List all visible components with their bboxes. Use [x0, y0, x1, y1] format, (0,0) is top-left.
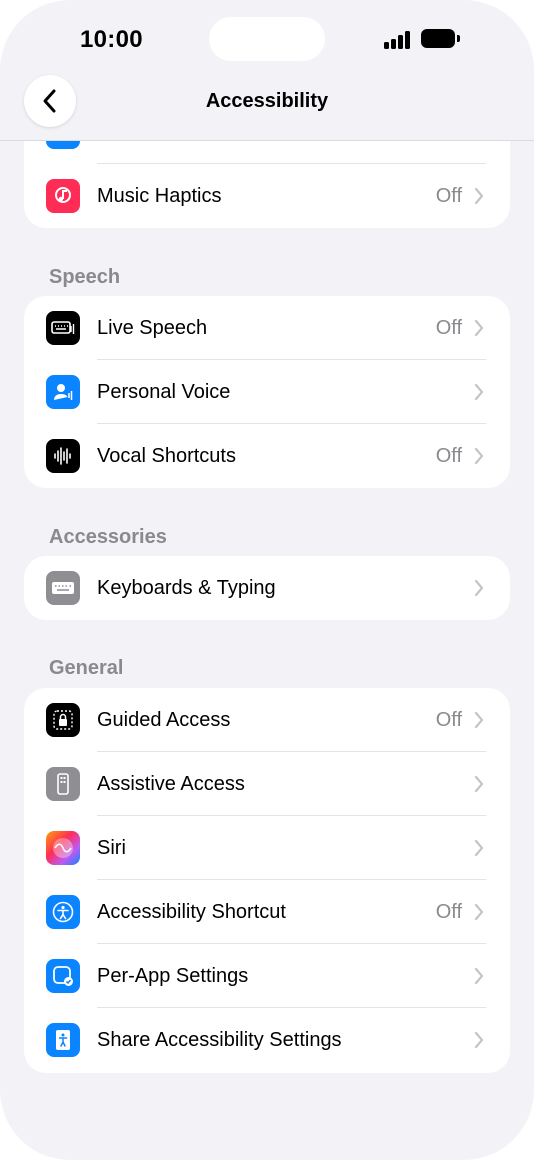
section-header-speech: Speech — [49, 266, 121, 288]
chevron-right-icon — [474, 839, 484, 857]
list-item-per-app-settings[interactable]: Per-App Settings — [24, 944, 510, 1008]
per-app-settings-icon — [46, 959, 80, 993]
battery-icon — [421, 29, 460, 48]
list-item-accessibility-shortcut[interactable]: Accessibility Shortcut Off — [24, 880, 510, 944]
list-item-music-haptics[interactable]: Music Haptics Off — [24, 164, 510, 228]
row-label: Accessibility Shortcut — [97, 901, 286, 923]
siri-icon — [46, 831, 80, 865]
list-item-assistive-access[interactable]: Assistive Access — [24, 752, 510, 816]
chevron-right-icon — [474, 383, 484, 401]
list-item-guided-access[interactable]: Guided Access Off — [24, 688, 510, 752]
dynamic-island — [209, 17, 325, 61]
list-item-share-accessibility-settings[interactable]: Share Accessibility Settings — [24, 1008, 510, 1072]
chevron-right-icon — [474, 967, 484, 985]
row-value: Off — [435, 185, 462, 207]
keyboard-waveform-icon — [46, 311, 80, 345]
keyboard-icon — [46, 571, 80, 605]
chevron-right-icon — [474, 579, 484, 597]
person-waveform-icon — [46, 375, 80, 409]
list-item-siri[interactable]: Siri — [24, 816, 510, 880]
chevron-right-icon — [474, 447, 484, 465]
chevron-right-icon — [474, 775, 484, 793]
row-label: Share Accessibility Settings — [97, 1029, 342, 1051]
row-label: Guided Access — [97, 709, 231, 731]
list-item-vocal-shortcuts[interactable]: Vocal Shortcuts Off — [24, 424, 510, 488]
guided-access-lock-icon — [46, 703, 80, 737]
row-label: Assistive Access — [97, 773, 245, 795]
phone-screen: 10:00 Music Haptics Off Speech Live Spee… — [0, 0, 534, 1160]
accessibility-person-icon — [46, 895, 80, 929]
chevron-right-icon — [474, 319, 484, 337]
row-label: Music Haptics — [97, 185, 222, 207]
section-header-accessories: Accessories — [49, 526, 167, 548]
row-label: Personal Voice — [97, 381, 231, 403]
row-label: Siri — [97, 837, 126, 859]
row-label: Keyboards & Typing — [97, 577, 276, 599]
chevron-right-icon — [474, 711, 484, 729]
section-header-general: General — [49, 657, 124, 679]
waveform-icon — [46, 439, 80, 473]
status-time: 10:00 — [80, 26, 143, 53]
row-label: Live Speech — [97, 317, 208, 339]
speech-group: Live Speech Off Personal Voice Vocal Sho… — [24, 296, 510, 488]
share-person-icon — [46, 1023, 80, 1057]
assistive-access-icon — [46, 767, 80, 801]
list-item-live-speech[interactable]: Live Speech Off — [24, 296, 510, 360]
accessories-group: Keyboards & Typing — [24, 556, 510, 620]
list-item-keyboards-typing[interactable]: Keyboards & Typing — [24, 556, 510, 620]
general-group: Guided Access Off Assistive Access Siri — [24, 688, 510, 1073]
list-item-personal-voice[interactable]: Personal Voice — [24, 360, 510, 424]
navigation-bar: Accessibility — [0, 62, 534, 141]
music-haptics-icon — [46, 179, 80, 213]
chevron-right-icon — [474, 187, 484, 205]
row-label: Vocal Shortcuts — [97, 445, 236, 467]
chevron-right-icon — [474, 903, 484, 921]
row-value: Off — [435, 445, 462, 467]
settings-list: Music Haptics Off Speech Live Speech Off — [0, 100, 534, 1160]
row-value: Off — [435, 901, 462, 923]
row-label: Per-App Settings — [97, 965, 249, 987]
page-title: Accessibility — [205, 90, 329, 112]
row-value: Off — [435, 317, 462, 339]
chevron-right-icon — [474, 1031, 484, 1049]
cellular-signal-icon — [384, 31, 412, 49]
row-value: Off — [435, 709, 462, 731]
